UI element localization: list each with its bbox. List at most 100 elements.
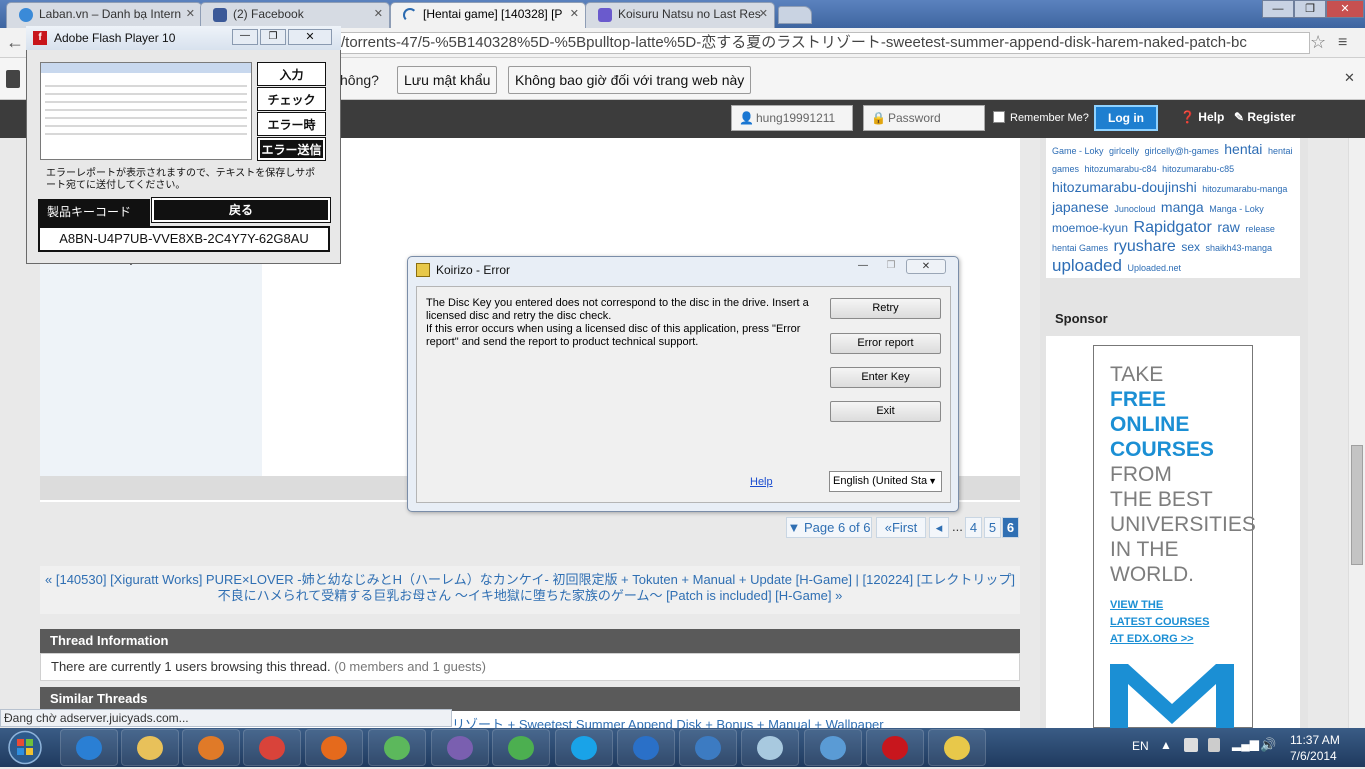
page-summary[interactable]: ▼ Page 6 of 6 [786,517,872,538]
tag-link[interactable]: Manga - Loky [1209,204,1264,214]
minimize-button[interactable]: — [850,259,876,274]
thread-navigation[interactable]: « [140530] [Xiguratt Works] PURE×LOVER -… [40,566,1020,614]
tag-link[interactable]: uploaded [1052,256,1122,275]
tag-link[interactable]: hentai [1224,141,1262,157]
close-icon[interactable]: ✕ [186,3,195,25]
volume-icon[interactable]: 🔊 [1260,737,1276,753]
input-button[interactable]: 入力 [257,62,326,86]
first-page-link[interactable]: «First [876,517,926,538]
ad-link-line[interactable]: LATEST COURSES [1110,614,1236,631]
show-hidden-icons[interactable]: ▲ [1160,738,1172,752]
login-button[interactable]: Log in [1094,105,1158,131]
tray-device-icon[interactable] [1208,738,1220,752]
never-save-button[interactable]: Không bao giờ đối với trang web này [508,66,752,94]
tag-link[interactable]: shaikh43-manga [1206,243,1273,253]
infobar-close-icon[interactable]: ✕ [1344,70,1355,86]
taskbar-app-button[interactable] [804,729,862,766]
close-icon[interactable]: ✕ [759,3,768,25]
help-link[interactable]: ❓ Help [1180,110,1224,124]
taskbar-app-button[interactable] [243,729,301,766]
language-indicator[interactable]: EN [1132,739,1149,753]
minimize-button[interactable]: — [1262,0,1294,18]
tag-link[interactable]: girlcelly [1109,146,1139,156]
close-button[interactable]: ✕ [906,259,946,274]
tag-link[interactable]: Rapidgator [1134,219,1212,236]
new-tab-button[interactable] [778,6,812,24]
taskbar-app-button[interactable] [866,729,924,766]
minimize-button[interactable]: — [232,29,258,45]
send-error-button[interactable]: エラー送信 [257,137,326,161]
edx-ad[interactable]: TAKE FREE ONLINE COURSES FROM THE BEST UNIVERS… [1093,345,1256,728]
tab-laban[interactable]: Laban.vn – Danh bạ Intern ✕ [6,2,202,28]
clock-date[interactable]: 7/6/2014 [1290,749,1337,763]
language-select[interactable]: English (United Sta ▼ [829,471,942,492]
save-password-button[interactable]: Lưu mật khẩu [397,66,498,94]
on-error-button[interactable]: エラー時 [257,112,326,136]
taskbar-app-button[interactable] [368,729,426,766]
maximize-button[interactable]: ❐ [260,29,286,45]
close-icon[interactable]: ✕ [374,3,383,25]
tag-link[interactable]: sex [1181,240,1200,254]
taskbar-app-button[interactable] [555,729,613,766]
tag-link[interactable]: hitozumarabu-manga [1202,184,1287,194]
username-field[interactable]: 👤 hung19991211 [731,105,853,131]
page-4-link[interactable]: 4 [965,517,982,538]
back-button[interactable]: 戻る [151,197,331,223]
enter-key-button[interactable]: Enter Key [830,367,941,388]
tray-flag-icon[interactable] [1184,738,1198,752]
tag-link[interactable]: girlcelly@h-games [1145,146,1219,156]
taskbar-app-button[interactable] [741,729,799,766]
taskbar-app-button[interactable] [60,729,118,766]
menu-icon[interactable]: ≡ [1338,34,1347,52]
taskbar-app-button[interactable] [431,729,489,766]
tag-link[interactable]: hitozumarabu-c85 [1162,164,1234,174]
error-report-button[interactable]: Error report [830,333,941,354]
bookmark-star-icon[interactable]: ☆ [1310,32,1326,53]
retry-button[interactable]: Retry [830,298,941,319]
close-icon[interactable]: ✕ [570,3,579,25]
tag-link[interactable]: hentai Games [1052,243,1108,253]
tag-link[interactable]: moemoe-kyun [1052,221,1128,235]
taskbar-app-button[interactable] [305,729,363,766]
register-link[interactable]: ✎ Register [1234,110,1295,124]
ad-link-line[interactable]: AT EDX.ORG >> [1110,631,1236,648]
maximize-button[interactable]: ❐ [1294,0,1326,18]
taskbar-app-button[interactable] [121,729,179,766]
tag-link[interactable]: raw [1217,219,1240,235]
tag-link[interactable]: ryushare [1114,238,1176,255]
tab-koisuru[interactable]: Koisuru Natsu no Last Res ✕ [585,2,775,28]
clock-time[interactable]: 11:37 AM [1290,733,1340,747]
start-button[interactable] [4,729,46,766]
tag-link[interactable]: hitozumarabu-c84 [1085,164,1157,174]
network-icon[interactable]: ▂▄▆ [1232,737,1259,751]
close-window-button[interactable]: ✕ [1326,0,1364,18]
tag-link[interactable]: Junocloud [1114,204,1155,214]
ad-links[interactable]: VIEW THE LATEST COURSES AT EDX.ORG >> [1110,597,1236,648]
tag-link[interactable]: japanese [1052,199,1109,215]
scrollbar-thumb[interactable] [1351,445,1363,565]
tag-link[interactable]: hitozumarabu-doujinshi [1052,179,1197,195]
ad-link-line[interactable]: VIEW THE [1110,597,1236,614]
check-button[interactable]: チェック [257,87,326,111]
tag-link[interactable]: Game - Loky [1052,146,1104,156]
taskbar-app-button[interactable] [182,729,240,766]
page-5-link[interactable]: 5 [984,517,1001,538]
taskbar-app-button[interactable] [617,729,675,766]
remember-me-checkbox[interactable] [993,111,1005,123]
prev-page-link[interactable]: ◂ [929,517,949,538]
taskbar-app-button[interactable] [679,729,737,766]
tag-link[interactable]: release [1245,224,1275,234]
tab-facebook[interactable]: (2) Facebook ✕ [200,2,390,28]
tag-link[interactable]: Uploaded.net [1127,263,1181,273]
back-icon[interactable]: ← [6,32,24,53]
tag-link[interactable]: manga [1161,199,1204,215]
tab-hentai-game[interactable]: [Hentai game] [140328] [P ✕ [390,2,586,28]
taskbar-app-button[interactable] [492,729,550,766]
page-scrollbar[interactable] [1348,138,1365,728]
exit-button[interactable]: Exit [830,401,941,422]
product-key-field[interactable]: A8BN-U4P7UB-VVE8XB-2C4Y7Y-62G8AU [38,226,330,252]
close-button[interactable]: ✕ [288,29,332,45]
password-field[interactable]: 🔒 Password [863,105,985,131]
help-link[interactable]: Help [750,476,773,488]
taskbar-app-button[interactable] [928,729,986,766]
